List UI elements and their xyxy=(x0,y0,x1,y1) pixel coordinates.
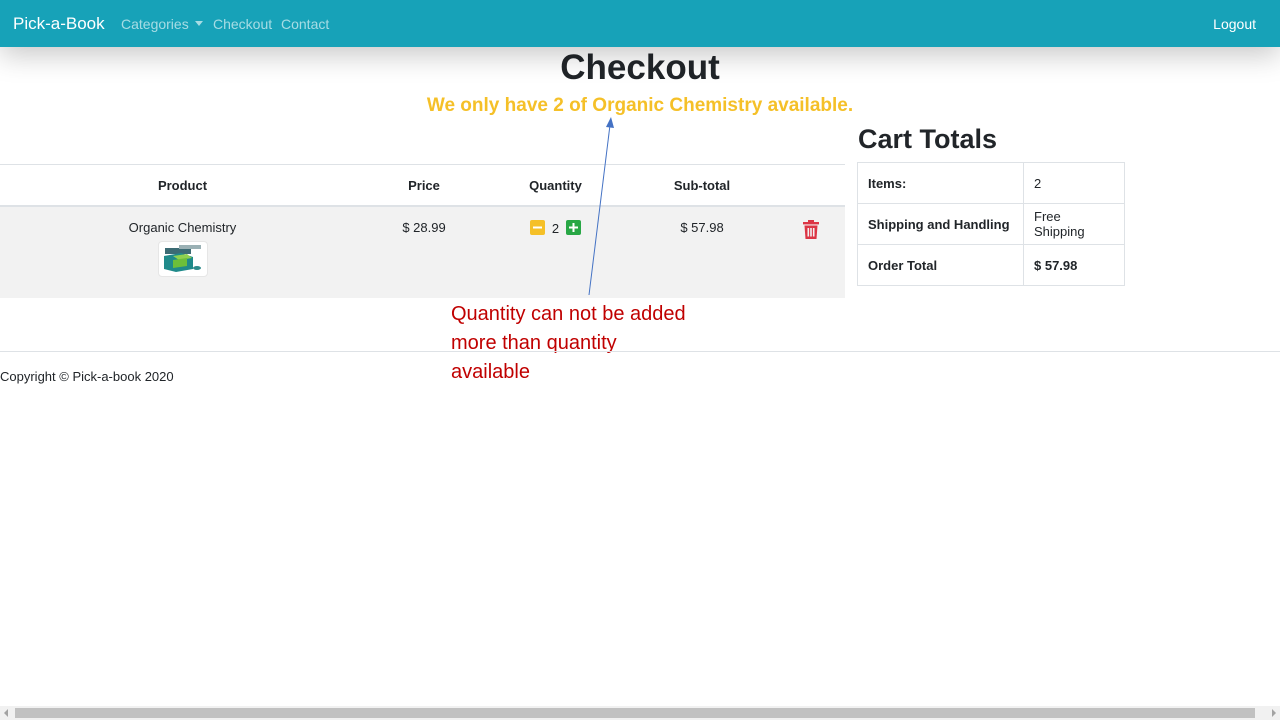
nav-checkout-link[interactable]: Checkout xyxy=(213,16,272,32)
table-row: Organic Chemistry $ 28.99 2 $ 57.98 xyxy=(0,206,845,298)
action-column-header xyxy=(776,164,845,207)
action-cell xyxy=(776,206,845,298)
cart-header-row: Product Price Quantity Sub-total xyxy=(0,164,845,207)
plus-icon xyxy=(569,223,579,232)
product-name: Organic Chemistry xyxy=(128,220,237,235)
navbar: Pick-a-Book Categories Checkout Contact … xyxy=(0,0,1280,47)
product-column-header: Product xyxy=(0,164,365,207)
increase-quantity-button[interactable] xyxy=(566,220,582,235)
price-cell: $ 28.99 xyxy=(365,206,483,298)
items-label: Items: xyxy=(857,162,1024,204)
delete-item-button[interactable] xyxy=(802,220,819,242)
footer-divider xyxy=(0,351,1280,352)
page-title: Checkout xyxy=(560,48,720,87)
subtotal-column-header: Sub-total xyxy=(628,164,776,207)
nav-contact-link[interactable]: Contact xyxy=(281,16,329,32)
totals-row-order-total: Order Total $ 57.98 xyxy=(857,244,1125,286)
quantity-value: 2 xyxy=(551,221,560,236)
logout-link[interactable]: Logout xyxy=(1213,16,1256,32)
cart-table: Product Price Quantity Sub-total Organic… xyxy=(0,164,845,298)
order-total-label: Order Total xyxy=(857,244,1024,286)
nav-categories-label: Categories xyxy=(121,16,189,32)
scrollbar-thumb[interactable] xyxy=(15,708,1255,718)
scroll-left-arrow-icon[interactable] xyxy=(4,709,8,717)
annotation-line: Quantity can not be added xyxy=(451,303,686,325)
scroll-right-arrow-icon[interactable] xyxy=(1272,709,1276,717)
cart-totals-table: Items: 2 Shipping and Handling Free Ship… xyxy=(857,162,1125,286)
cart-totals-title: Cart Totals xyxy=(858,124,998,154)
horizontal-scrollbar[interactable] xyxy=(0,706,1280,720)
annotation-line: available xyxy=(451,361,530,383)
annotation-note: Quantity can not be added more than quan… xyxy=(451,300,751,387)
items-value: 2 xyxy=(1023,162,1125,204)
totals-row-shipping: Shipping and Handling Free Shipping xyxy=(857,203,1125,245)
brand-link[interactable]: Pick-a-Book xyxy=(13,14,105,34)
totals-row-items: Items: 2 xyxy=(857,162,1125,204)
order-total-value: $ 57.98 xyxy=(1023,244,1125,286)
shipping-label: Shipping and Handling xyxy=(857,203,1024,245)
minus-icon xyxy=(532,226,542,229)
stock-warning-message: We only have 2 of Organic Chemistry avai… xyxy=(426,95,854,116)
shipping-value: Free Shipping xyxy=(1023,203,1125,245)
copyright-text: Copyright © Pick-a-book 2020 xyxy=(0,369,174,384)
product-cell: Organic Chemistry xyxy=(0,206,365,298)
decrease-quantity-button[interactable] xyxy=(529,220,545,235)
subtotal-cell: $ 57.98 xyxy=(628,206,776,298)
quantity-cell: 2 xyxy=(483,206,628,298)
book-cover-icon[interactable] xyxy=(157,241,208,277)
nav-categories-dropdown[interactable]: Categories xyxy=(121,16,203,32)
caret-down-icon xyxy=(194,21,203,26)
annotation-line: more than quantity xyxy=(451,332,617,354)
price-column-header: Price xyxy=(365,164,483,207)
trash-icon xyxy=(802,220,819,239)
quantity-column-header: Quantity xyxy=(483,164,628,207)
